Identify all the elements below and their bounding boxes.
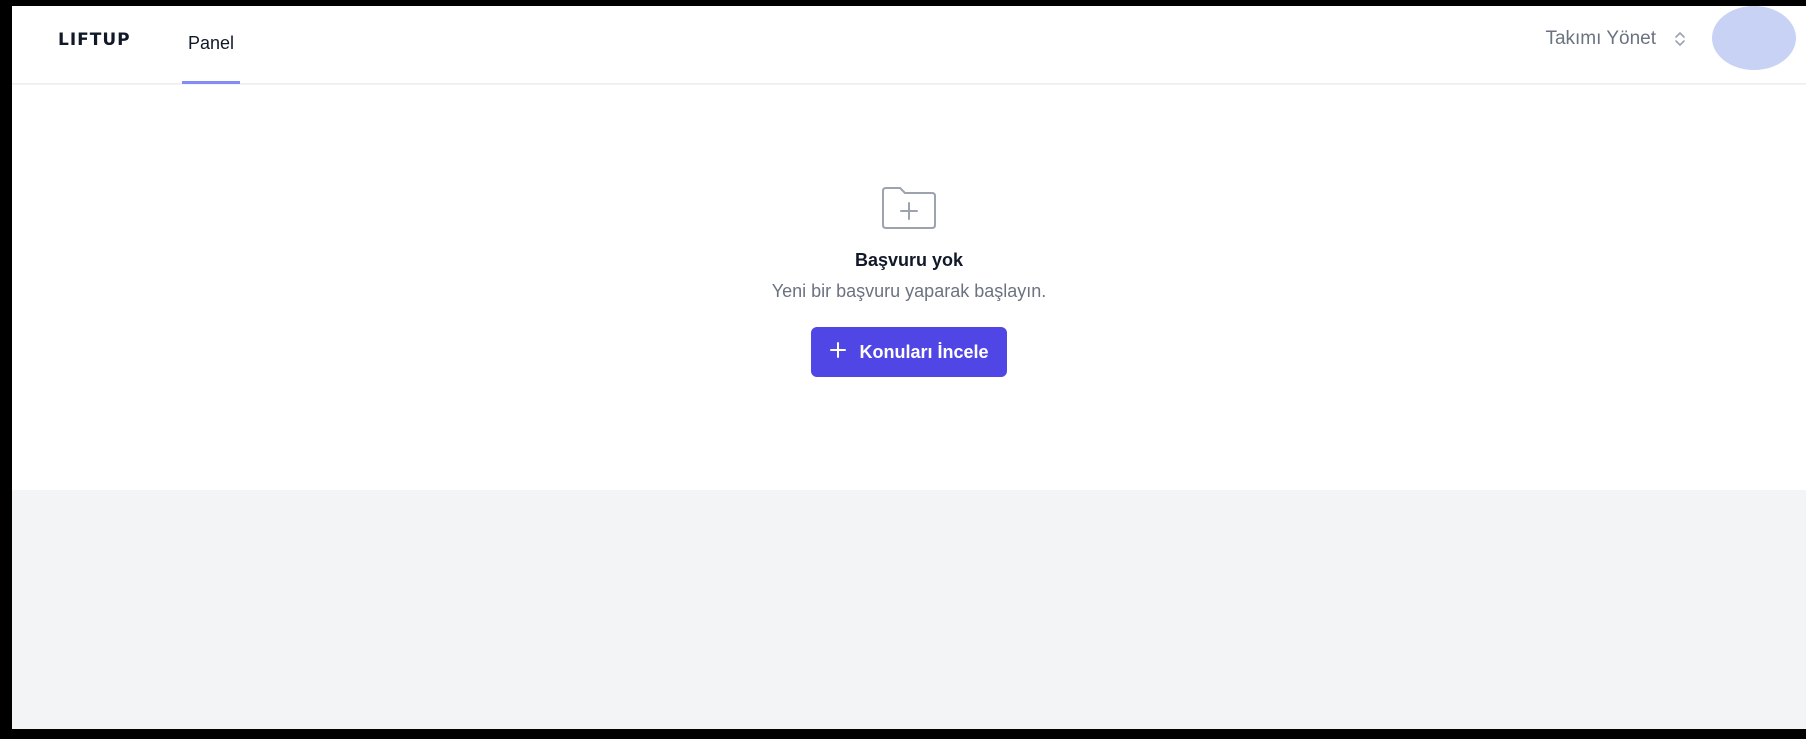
user-avatar[interactable] [1712,6,1796,70]
plus-icon [829,341,847,364]
manage-team-label: Takımı Yönet [1545,28,1656,49]
manage-team-dropdown[interactable]: Takımı Yönet [1545,28,1686,50]
chevrons-up-down-icon [1674,30,1686,48]
liftup-logo[interactable]: LIFTUP [58,30,131,50]
tab-panel[interactable]: Panel [182,6,241,84]
top-navigation: LIFTUP Panel Takımı Yönet [12,6,1806,84]
folder-plus-icon [880,185,938,236]
tab-panel-label: Panel [188,33,235,53]
empty-state: Başvuru yok Yeni bir başvuru yaparak baş… [12,185,1806,377]
empty-state-title: Başvuru yok [854,250,964,270]
app-window: LIFTUP Panel Takımı Yönet Başvuru yok Ye… [12,6,1806,729]
empty-state-subtitle: Yeni bir başvuru yaparak başlayın. [771,281,1047,301]
browse-topics-button[interactable]: Konuları İncele [811,327,1007,377]
browse-topics-label: Konuları İncele [859,341,989,362]
main-content: Başvuru yok Yeni bir başvuru yaparak baş… [12,85,1806,490]
